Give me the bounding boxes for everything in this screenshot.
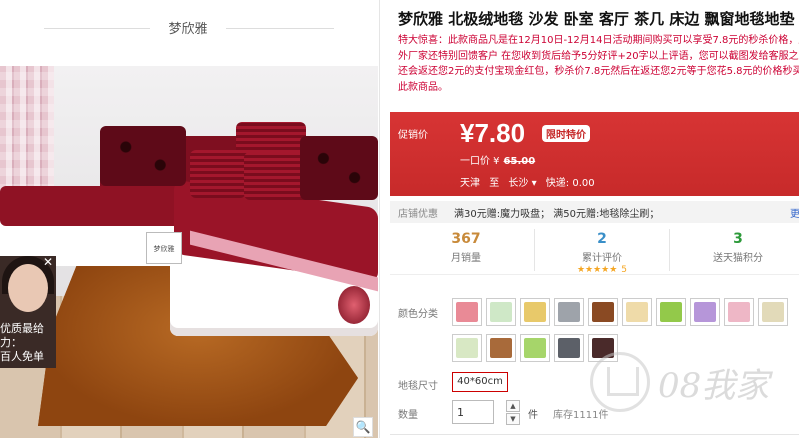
- tmall-points: 3 送天猫积分: [713, 231, 763, 264]
- color-swatch[interactable]: [554, 334, 584, 362]
- brand-tag: 梦欣雅: [146, 232, 182, 264]
- color-swatch[interactable]: [520, 334, 550, 362]
- watermark-logo-icon: [590, 352, 650, 412]
- color-swatch[interactable]: [452, 298, 482, 326]
- promo-more-link[interactable]: 更: [790, 205, 799, 220]
- sale-badge: 限时特价: [542, 125, 590, 142]
- quantity-increase-button[interactable]: ▲: [506, 400, 520, 412]
- chevron-down-icon: ▾: [531, 178, 537, 189]
- shop-promotions: 店铺优惠 满30元赠:魔力吸盘； 满50元赠:地毯除尘刷； 更: [390, 201, 799, 223]
- color-swatch[interactable]: [758, 298, 788, 326]
- ad-model-image: [8, 264, 48, 312]
- shipping-info: 天津 至 长沙 ▾ 快递: 0.00: [460, 178, 595, 189]
- current-price: ¥7.80: [460, 118, 526, 148]
- divider: [44, 28, 150, 29]
- flower-decor: [338, 286, 370, 324]
- quantity-unit: 件: [528, 410, 538, 421]
- ad-text: 优质最给力： 百人免单: [0, 322, 44, 363]
- main-product-image[interactable]: 梦欣雅: [0, 66, 378, 438]
- ad-popup[interactable]: 优质最给力： 百人免单 ✕: [0, 256, 56, 368]
- color-swatch[interactable]: [452, 334, 482, 362]
- promo-items: 满30元赠:魔力吸盘； 满50元赠:地毯除尘刷；: [454, 209, 660, 220]
- pillow: [100, 126, 186, 186]
- zoom-icon[interactable]: 🔍: [353, 417, 373, 437]
- promo-notice: 特大惊喜：此款商品凡是在12月10日-12月14日活动期间购买可以享受7.8元的…: [398, 35, 799, 93]
- brand-header: 梦欣雅: [0, 0, 380, 58]
- monthly-sales: 367 月销量: [451, 231, 481, 264]
- color-swatch[interactable]: [486, 298, 516, 326]
- product-stats: 367 月销量 2 累计评价 ★★★★★ 5 3 送天猫积分: [390, 229, 799, 275]
- brand-name[interactable]: 梦欣雅: [150, 18, 226, 37]
- destination-select[interactable]: 长沙 ▾: [508, 178, 536, 189]
- divider: [226, 28, 334, 29]
- quantity-label: 数量: [398, 410, 418, 421]
- color-swatch[interactable]: [520, 298, 550, 326]
- color-swatch[interactable]: [554, 298, 584, 326]
- color-label: 颜色分类: [398, 309, 438, 320]
- product-title: 梦欣雅 北极绒地毯 沙发 卧室 客厅 茶几 床边 飘窗地毯地垫: [398, 10, 795, 28]
- rating-stars: ★★★★★ 5: [576, 265, 628, 275]
- reviews-link[interactable]: 2 累计评价 ★★★★★ 5: [534, 229, 670, 275]
- quantity-input[interactable]: [452, 400, 494, 424]
- quantity-decrease-button[interactable]: ▼: [506, 413, 520, 425]
- color-swatch[interactable]: [622, 298, 652, 326]
- original-price: 一口价 ¥65.00: [460, 156, 536, 167]
- price-label: 促销价: [398, 130, 428, 141]
- watermark: 08我家: [590, 348, 790, 428]
- color-swatch[interactable]: [656, 298, 686, 326]
- size-option[interactable]: 40*60cm: [452, 372, 508, 392]
- color-swatch[interactable]: [690, 298, 720, 326]
- delivery-fee: 快递: 0.00: [545, 178, 595, 189]
- size-label: 地毯尺寸: [398, 381, 438, 392]
- color-swatch[interactable]: [724, 298, 754, 326]
- promo-label: 店铺优惠: [398, 209, 438, 220]
- close-icon[interactable]: ✕: [42, 256, 54, 268]
- price-panel: 促销价 ¥7.80 限时特价 一口价 ¥65.00 天津 至 长沙 ▾ 快递: …: [390, 112, 799, 196]
- color-swatch[interactable]: [588, 298, 618, 326]
- pillow: [300, 136, 378, 200]
- product-gallery: 梦欣雅 梦欣雅 优质最给力： 百人免单 ✕ 🔍: [0, 0, 380, 438]
- color-swatch[interactable]: [486, 334, 516, 362]
